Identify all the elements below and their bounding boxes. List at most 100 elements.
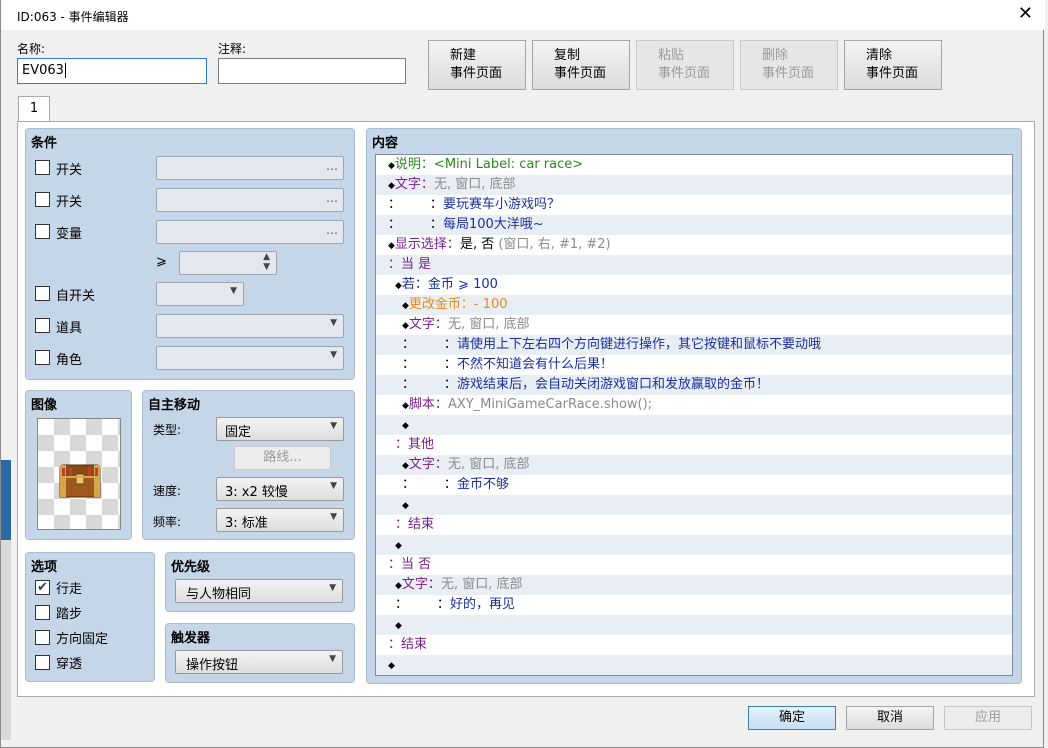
condition-select[interactable]: ▼ <box>156 314 344 338</box>
command-line[interactable]: ◆文字：无, 窗口, 底部 <box>376 455 1012 475</box>
stepper-arrows-icon[interactable]: ▲ ▼ <box>263 252 270 272</box>
command-bullet-icon: ◆ <box>395 281 402 291</box>
variable-value-stepper[interactable]: ▲ ▼ <box>179 251 277 275</box>
command-bullet-icon: ◆ <box>402 401 409 411</box>
command-line[interactable]: ： ：要玩赛车小游戏吗？ <box>376 195 1012 215</box>
command-text: 文字： <box>394 177 434 192</box>
command-line[interactable]: ◆显示选择：是, 否 (窗口, 右, #1, #2) <box>376 235 1012 255</box>
condition-selector[interactable]: … <box>156 188 344 212</box>
condition-checkbox[interactable] <box>35 286 50 301</box>
command-line[interactable]: ◆更改金币：- 100 <box>376 295 1012 315</box>
command-line[interactable]: ◆说明：<Mini Label: car race> <box>376 155 1012 175</box>
condition-selector[interactable]: … <box>156 156 344 180</box>
image-title: 图像 <box>31 398 58 413</box>
command-text: 文字： <box>401 577 441 592</box>
command-bullet-icon: ◆ <box>388 241 395 251</box>
condition-checkbox[interactable] <box>35 318 50 333</box>
command-text: 金币不够 <box>456 477 509 492</box>
chevron-down-icon: ▼ <box>330 318 337 328</box>
option-label: 方向固定 <box>56 632 109 647</box>
event-page-button[interactable]: 粘贴 事件页面 <box>636 40 734 90</box>
condition-label: 开关 <box>56 163 83 178</box>
button-label: 粘贴 <box>658 48 685 63</box>
command-line[interactable]: ◆ <box>376 415 1012 435</box>
condition-checkbox[interactable] <box>35 192 50 207</box>
command-line[interactable]: ： ：好的，再见 <box>376 595 1012 615</box>
command-line[interactable]: ◆文字：无, 窗口, 底部 <box>376 315 1012 335</box>
conditions-title: 条件 <box>31 136 58 151</box>
command-line[interactable]: ： ：金币不够 <box>376 475 1012 495</box>
command-line[interactable]: ：当 是 <box>376 255 1012 275</box>
command-line[interactable]: ： ：不然不知道会有什么后果！ <box>376 355 1012 375</box>
route-button[interactable]: 路线... <box>234 446 331 470</box>
trigger-title: 触发器 <box>171 631 211 646</box>
ellipsis-icon: … <box>326 223 338 237</box>
cancel-button[interactable]: 取消 <box>846 706 934 730</box>
option-checkbox[interactable] <box>35 655 50 670</box>
event-command-list[interactable]: ◆说明：<Mini Label: car race> ◆文字：无, 窗口, 底部：… <box>375 154 1013 676</box>
command-bullet-icon: ◆ <box>395 581 402 591</box>
command-text: 好的，再见 <box>449 597 515 612</box>
chevron-down-icon: ▼ <box>330 421 337 431</box>
condition-checkbox[interactable] <box>35 224 50 239</box>
note-label: 注释: <box>218 42 247 56</box>
command-line[interactable]: ◆ <box>376 535 1012 555</box>
option-checkbox[interactable] <box>35 630 50 645</box>
command-text: 每局100大洋哦~ <box>442 217 544 232</box>
command-text: 不然不知道会有什么后果！ <box>456 357 613 372</box>
name-label: 名称: <box>17 42 46 56</box>
image-preview[interactable] <box>37 418 121 530</box>
command-line[interactable]: ◆ <box>376 615 1012 635</box>
condition-selector[interactable]: … <box>156 220 344 244</box>
frequency-select[interactable]: 3: 标准 ▼ <box>216 508 344 532</box>
movement-type-select[interactable]: 固定 ▼ <box>216 417 344 441</box>
command-line[interactable]: ： ：游戏结束后，会自动关闭游戏窗口和发放赢取的金币！ <box>376 375 1012 395</box>
command-line[interactable]: ：结束 <box>376 515 1012 535</box>
option-checkbox[interactable] <box>35 605 50 620</box>
ge-symbol: ⩾ <box>156 254 167 269</box>
option-checkbox[interactable]: ✔ <box>35 580 50 595</box>
command-line[interactable]: ：结束 <box>376 635 1012 655</box>
command-line[interactable]: ◆ <box>376 655 1012 675</box>
button-label: 事件页面 <box>762 66 815 81</box>
background-window-strip <box>1 540 11 740</box>
command-line[interactable]: ◆若：金币 ⩾ 100 <box>376 275 1012 295</box>
button-label: 复制 <box>554 48 581 63</box>
command-text: ：当 否 <box>388 557 432 572</box>
condition-select[interactable]: ▼ <box>156 346 344 370</box>
name-field[interactable]: EV063 <box>17 58 207 84</box>
options-title: 选项 <box>31 560 58 575</box>
note-field[interactable] <box>218 58 406 84</box>
button-label: 新建 <box>450 48 477 63</box>
speed-select[interactable]: 3: x2 较慢 ▼ <box>216 477 344 501</box>
apply-button[interactable]: 应用 <box>944 706 1032 730</box>
command-line[interactable]: ◆文字：无, 窗口, 底部 <box>376 175 1012 195</box>
ok-button[interactable]: 确定 <box>748 706 836 730</box>
close-icon[interactable]: ✕ <box>1018 4 1033 24</box>
command-bullet-icon: ◆ <box>402 421 409 431</box>
command-text: ： ： <box>395 597 450 612</box>
condition-select[interactable]: ▼ <box>156 282 244 306</box>
tab-page-1[interactable]: 1 <box>18 96 50 122</box>
priority-value: 与人物相同 <box>186 587 252 602</box>
content-title: 内容 <box>372 136 399 151</box>
command-line[interactable]: ◆脚本：AXY_MiniGameCarRace.show(); <box>376 395 1012 415</box>
command-line[interactable]: ：其他 <box>376 435 1012 455</box>
condition-checkbox[interactable] <box>35 160 50 175</box>
trigger-select[interactable]: 操作按钮 ▼ <box>175 650 343 674</box>
command-line[interactable]: ◆ <box>376 495 1012 515</box>
command-line[interactable]: ：当 否 <box>376 555 1012 575</box>
priority-select[interactable]: 与人物相同 ▼ <box>175 579 343 603</box>
event-page-button[interactable]: 删除 事件页面 <box>740 40 838 90</box>
command-text: ： ： <box>388 197 443 212</box>
event-page-button[interactable]: 复制 事件页面 <box>532 40 630 90</box>
command-line[interactable]: ◆文字：无, 窗口, 底部 <box>376 575 1012 595</box>
command-line[interactable]: ： ：每局100大洋哦~ <box>376 215 1012 235</box>
event-page-button[interactable]: 清除 事件页面 <box>844 40 942 90</box>
command-line[interactable]: ： ：请使用上下左右四个方向键进行操作，其它按键和鼠标不要动哦 <box>376 335 1012 355</box>
command-text: 是, 否 <box>459 237 499 252</box>
event-page-button[interactable]: 新建 事件页面 <box>428 40 526 90</box>
speed-label: 速度: <box>153 484 182 498</box>
title-bar: ID:063 - 事件编辑器 ✕ <box>1 0 1045 30</box>
condition-checkbox[interactable] <box>35 350 50 365</box>
